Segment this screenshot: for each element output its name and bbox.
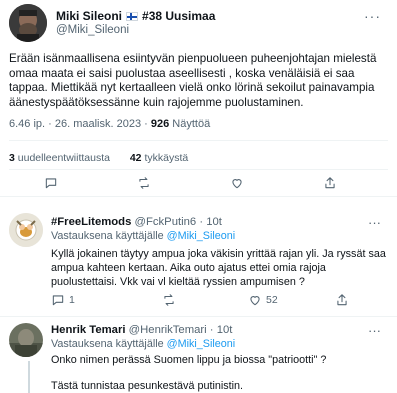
more-dots-icon[interactable]: ··· xyxy=(368,215,381,230)
main-action-bar xyxy=(0,172,397,192)
display-name[interactable]: #FreeLitemods xyxy=(51,216,131,228)
avatar[interactable] xyxy=(9,323,43,357)
reply-text: Onko nimen perässä Suomen lippu ja bioss… xyxy=(51,354,327,366)
reply-tweet[interactable]: Henrik Temari @HenrikTemari · 10t ··· Va… xyxy=(0,317,397,393)
display-name[interactable]: Henrik Temari xyxy=(51,324,126,336)
tweet-meta: 6.46 ip. · 26. maalisk. 2023 · 926 Näytt… xyxy=(9,118,210,130)
avatar[interactable] xyxy=(9,213,43,247)
more-dots-icon[interactable]: ··· xyxy=(364,8,381,24)
reply-icon[interactable] xyxy=(44,176,58,190)
retweet-icon[interactable] xyxy=(162,293,176,307)
retweet-icon[interactable] xyxy=(137,176,151,190)
finland-flag-icon xyxy=(126,11,139,21)
divider xyxy=(9,140,388,141)
views-label: Näyttöä xyxy=(169,118,211,130)
tweet-text: Erään isänmaallisena esiintyvän pienpuol… xyxy=(9,52,377,109)
retweets-stat[interactable]: 3 uudelleentwiittausta xyxy=(9,152,110,164)
region-badge: #38 Uusimaa xyxy=(142,9,216,23)
mention-link[interactable]: @Miki_Sileoni xyxy=(167,338,236,350)
like-icon[interactable]: 52 xyxy=(248,293,278,307)
reply-icon[interactable]: 1 xyxy=(51,293,75,307)
replying-to: Vastauksena käyttäjälle @Miki_Sileoni xyxy=(51,338,236,350)
reply-count: 1 xyxy=(69,294,75,306)
handle-time[interactable]: @FckPutin6 · 10t xyxy=(135,216,222,228)
reply-tweet[interactable]: #FreeLitemods @FckPutin6 · 10t ··· Vasta… xyxy=(0,205,397,317)
author-name-row[interactable]: Miki Sileoni #38 Uusimaa xyxy=(56,9,215,23)
reply-text: Tästä tunnistaa pesunkestävä putinistin. xyxy=(51,380,244,392)
more-dots-icon[interactable]: ··· xyxy=(368,323,381,338)
divider xyxy=(9,169,388,170)
mention-link[interactable]: @Miki_Sileoni xyxy=(167,230,236,242)
engagement-stats: 3 uudelleentwiittausta 42 tykkäystä xyxy=(9,152,188,164)
display-name[interactable]: Miki Sileoni xyxy=(56,9,122,23)
reply-author-row[interactable]: Henrik Temari @HenrikTemari · 10t xyxy=(51,324,232,336)
avatar[interactable] xyxy=(9,4,47,42)
timestamp[interactable]: 6.46 ip. · 26. maalisk. 2023 · xyxy=(9,118,151,130)
like-count: 52 xyxy=(266,294,278,306)
like-icon[interactable] xyxy=(230,176,244,190)
thread-line xyxy=(28,361,30,393)
share-icon[interactable] xyxy=(335,293,349,307)
author-handle[interactable]: @Miki_Sileoni xyxy=(56,24,129,36)
reply-text: Kyllä jokainen täytyy ampua joka väkisin… xyxy=(51,248,386,288)
main-tweet: Miki Sileoni #38 Uusimaa @Miki_Sileoni ·… xyxy=(0,0,397,197)
share-icon[interactable] xyxy=(323,176,337,190)
views-count: 926 xyxy=(150,118,170,130)
replying-to: Vastauksena käyttäjälle @Miki_Sileoni xyxy=(51,230,236,242)
handle-time[interactable]: @HenrikTemari · 10t xyxy=(129,324,233,336)
reply-author-row[interactable]: #FreeLitemods @FckPutin6 · 10t xyxy=(51,216,222,228)
likes-stat[interactable]: 42 tykkäystä xyxy=(130,152,188,164)
